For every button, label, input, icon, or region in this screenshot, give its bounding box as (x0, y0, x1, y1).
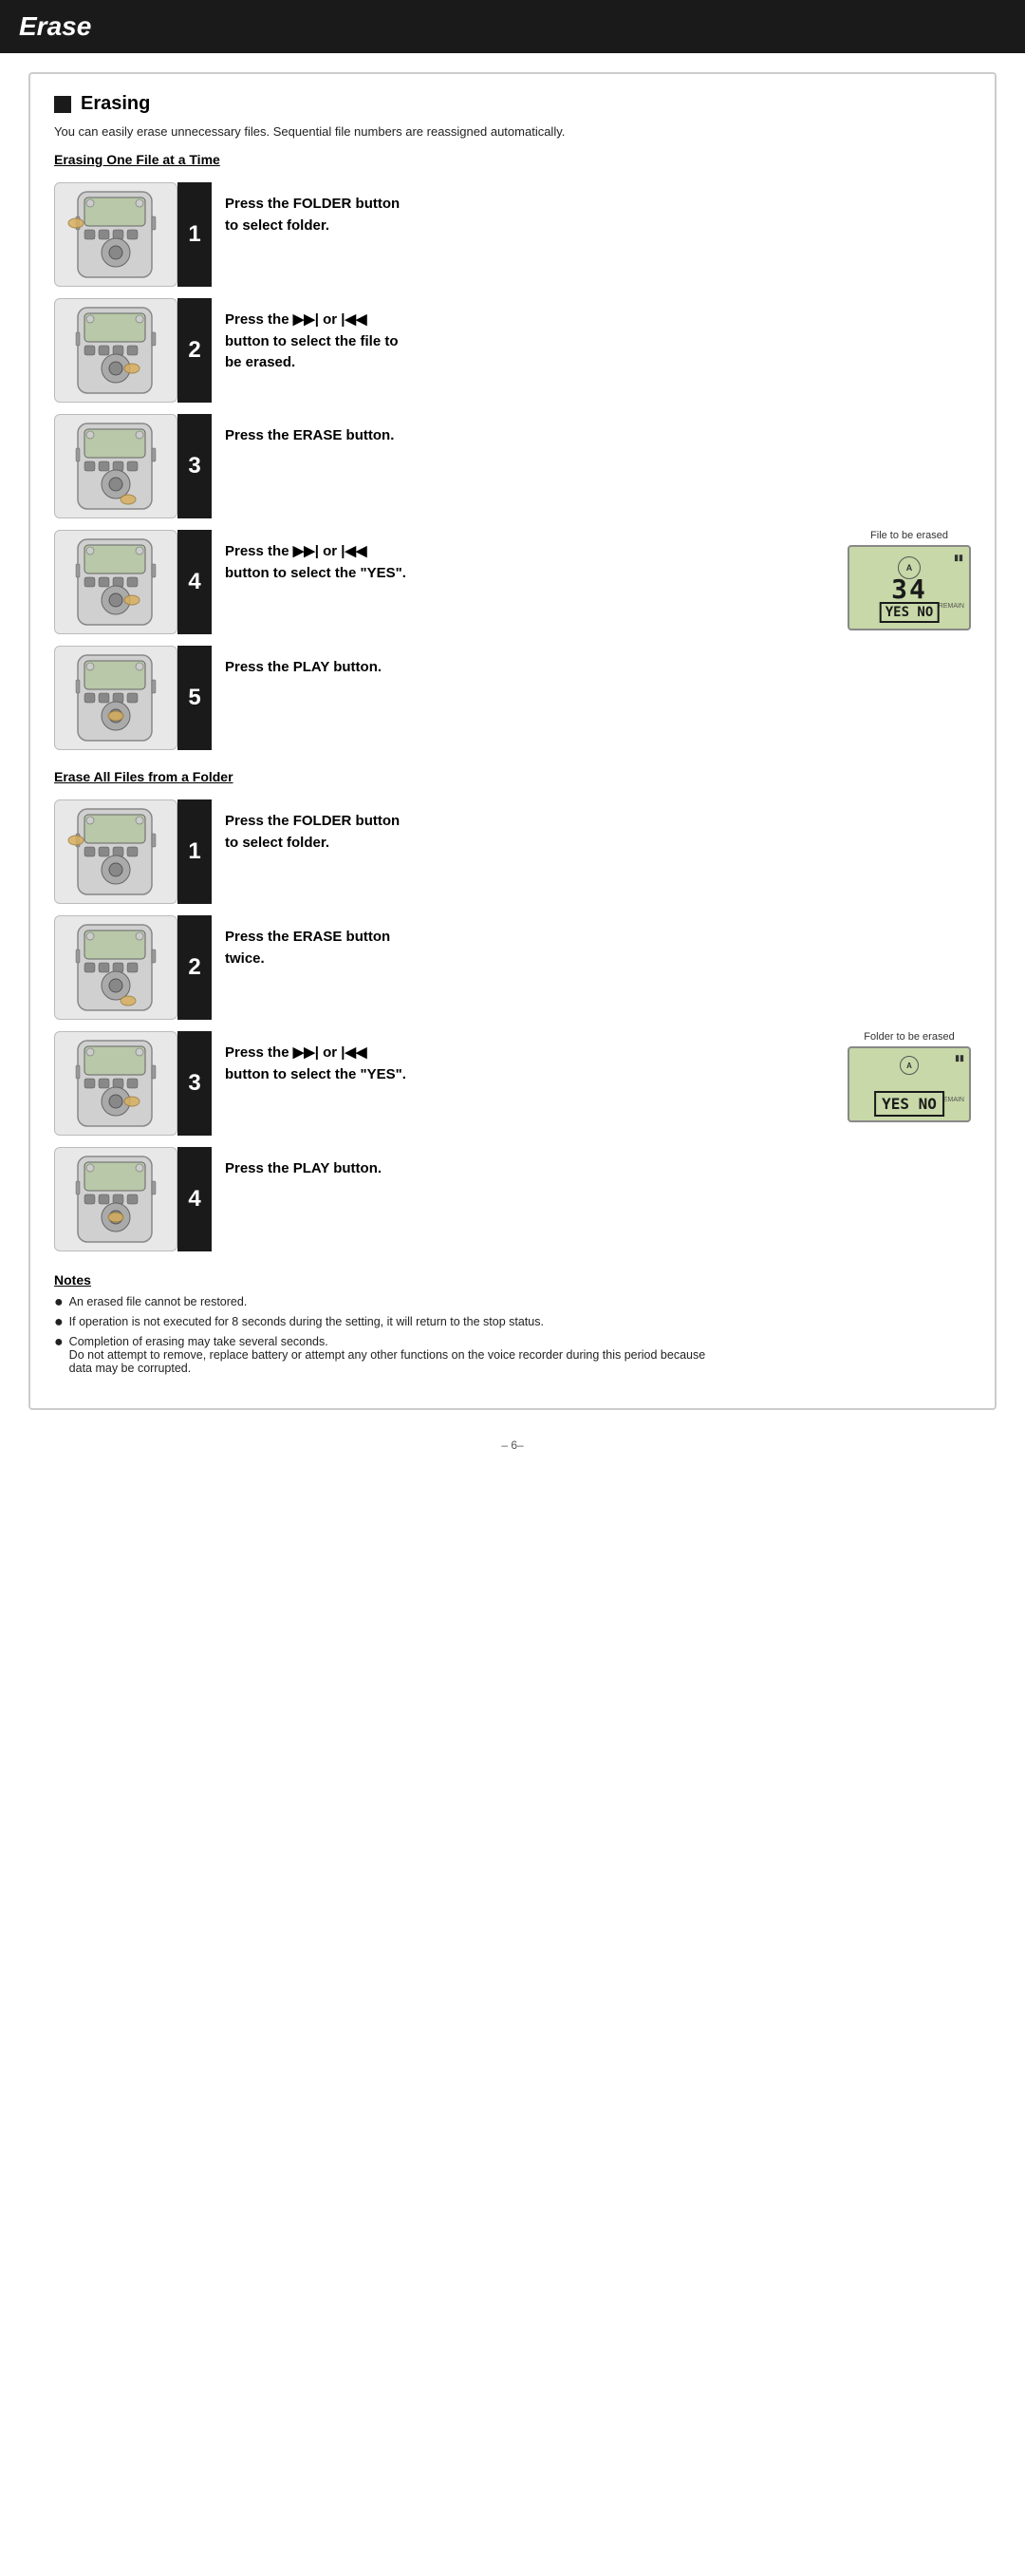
step5-device (54, 646, 177, 750)
step2-device (54, 298, 177, 403)
step-row-3: 3 Press the ERASE button. (54, 414, 971, 518)
step2-number: 2 (177, 298, 212, 403)
notes-list: ● An erased file cannot be restored. ● I… (54, 1295, 971, 1375)
step-row-5: 5 Press the PLAY button. (54, 646, 971, 750)
section-heading: Erasing (81, 93, 150, 115)
step4-display-caption: File to be erased (848, 530, 971, 541)
note-item-3: ● Completion of erasing may take several… (54, 1335, 971, 1375)
sec2-step-row-4: 4 Press the PLAY button. (54, 1147, 971, 1251)
main-content: Erasing You can easily erase unnecessary… (28, 72, 997, 1410)
step4-lcd: ▮▮ A 34 REMAIN YES NO (848, 545, 971, 630)
notes-title: Notes (54, 1272, 971, 1288)
note-item-2: ● If operation is not executed for 8 sec… (54, 1315, 971, 1330)
step3-device (54, 414, 177, 518)
subsection2-title: Erase All Files from a Folder (54, 769, 971, 784)
step4-number: 4 (177, 530, 212, 634)
sec2-step4-text: Press the PLAY button. (225, 1147, 971, 1180)
sec2-step2-device (54, 915, 177, 1020)
sec2-step4-device (54, 1147, 177, 1251)
note-item-1: ● An erased file cannot be restored. (54, 1295, 971, 1310)
page-number: – 6– (501, 1438, 523, 1452)
black-square-icon (54, 96, 71, 113)
step1-text: Press the FOLDER button to select folder… (225, 182, 971, 236)
note-text-3: Completion of erasing may take several s… (69, 1335, 706, 1375)
subsection1-title: Erasing One File at a Time (54, 152, 971, 167)
sec2-step4-number: 4 (177, 1147, 212, 1251)
step1-device (54, 182, 177, 287)
sec2-step3-display: Folder to be erased ▮▮ A REMAIN YES NO (848, 1031, 971, 1122)
note-text-2: If operation is not executed for 8 secon… (69, 1315, 544, 1328)
step1-number: 1 (177, 182, 212, 287)
sec2-step1-text: Press the FOLDER button to select folder… (225, 799, 971, 854)
step3-number: 3 (177, 414, 212, 518)
notes-section: Notes ● An erased file cannot be restore… (54, 1272, 971, 1375)
step-row-1: 1 Press the FOLDER button to select fold… (54, 182, 971, 287)
sec2-step-row-1: 1 Press the FOLDER button to select fold… (54, 799, 971, 904)
sec2-step-row-2: 2 Press the ERASE button twice. (54, 915, 971, 1020)
step2-text: Press the ▶▶| or |◀◀ button to select th… (225, 298, 971, 374)
step-row-4: 4 Press the ▶▶| or |◀◀ button to select … (54, 530, 971, 634)
note-text-1: An erased file cannot be restored. (69, 1295, 248, 1308)
intro-text: You can easily erase unnecessary files. … (54, 124, 971, 139)
step-row-2: 2 Press the ▶▶| or |◀◀ button to select … (54, 298, 971, 403)
bullet-icon-2: ● (54, 1315, 64, 1330)
step4-device (54, 530, 177, 634)
bullet-icon: ● (54, 1295, 64, 1310)
section-title-row: Erasing (54, 93, 971, 115)
sec2-step-row-3: 3 Press the ▶▶| or |◀◀ button to select … (54, 1031, 971, 1136)
page-footer: – 6– (0, 1429, 1025, 1471)
bullet-icon-3: ● (54, 1335, 64, 1350)
sec2-step2-number: 2 (177, 915, 212, 1020)
sec2-step3-number: 3 (177, 1031, 212, 1136)
step3-text: Press the ERASE button. (225, 414, 971, 447)
sec2-step3-lcd: ▮▮ A REMAIN YES NO (848, 1046, 971, 1122)
sec2-step3-display-caption: Folder to be erased (848, 1031, 971, 1043)
sec2-step3-device (54, 1031, 177, 1136)
page-title: Erase (19, 11, 1006, 42)
sec2-step3-text: Press the ▶▶| or |◀◀ button to select th… (225, 1031, 832, 1085)
sec2-step2-text: Press the ERASE button twice. (225, 915, 971, 969)
step4-text: Press the ▶▶| or |◀◀ button to select th… (225, 530, 832, 584)
step5-number: 5 (177, 646, 212, 750)
sec2-step1-device (54, 799, 177, 904)
sec2-step1-number: 1 (177, 799, 212, 904)
step4-display: File to be erased ▮▮ A 34 REMAIN YES NO (848, 530, 971, 630)
page-header: Erase (0, 0, 1025, 53)
step5-text: Press the PLAY button. (225, 646, 971, 679)
